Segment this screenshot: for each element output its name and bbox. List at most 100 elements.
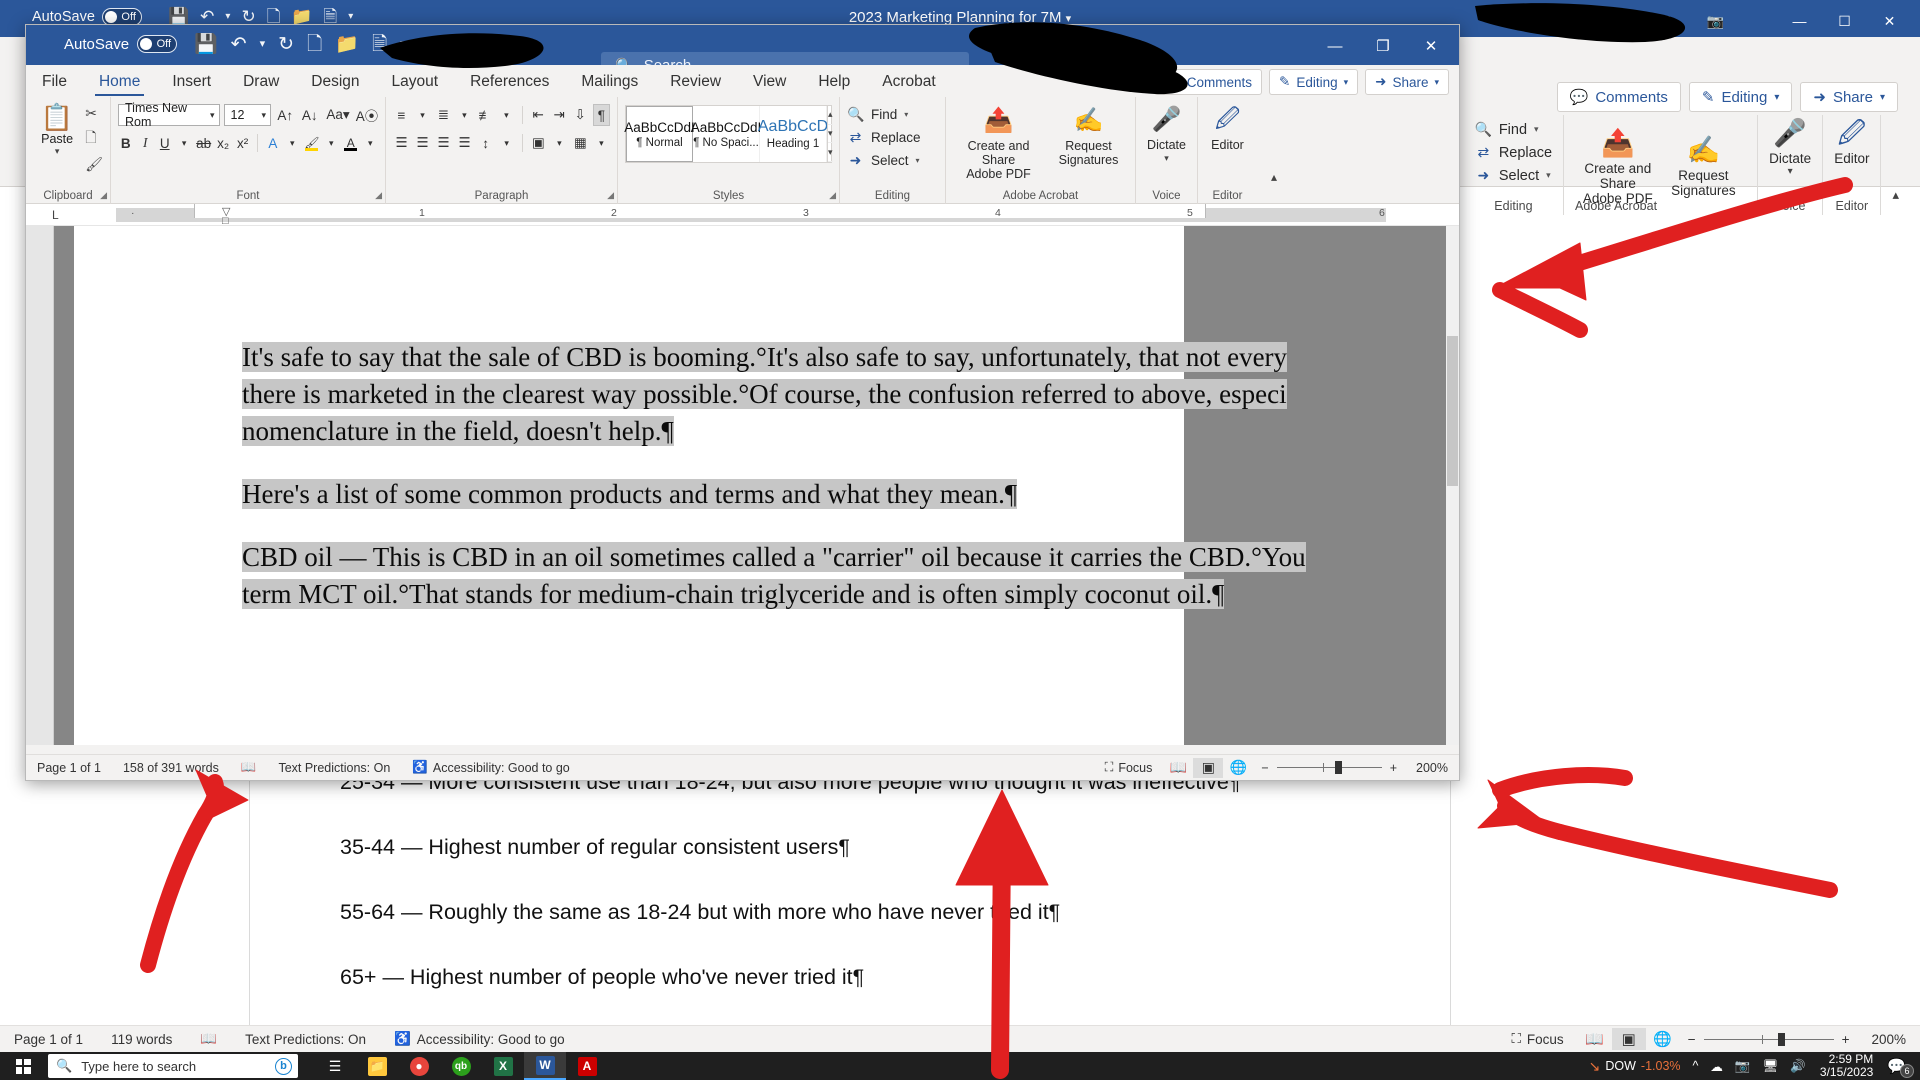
- print-layout-icon[interactable]: ▣: [1193, 757, 1224, 778]
- tab-mailings[interactable]: Mailings: [565, 67, 654, 97]
- notifications-button[interactable]: 💬 6: [1881, 1057, 1916, 1078]
- word-count[interactable]: 119 words: [97, 1032, 186, 1047]
- undo-dropdown-icon[interactable]: ▾: [260, 39, 266, 50]
- zoom-thumb[interactable]: [1777, 1032, 1785, 1046]
- collapse-ribbon-button[interactable]: ▴: [1257, 97, 1291, 204]
- print-layout-icon[interactable]: ▣: [1611, 1028, 1646, 1050]
- font-color-icon[interactable]: A: [343, 132, 358, 154]
- ink-pen-icon[interactable]: ✎: [1648, 7, 1693, 35]
- zoom-level[interactable]: 200%: [1857, 1032, 1920, 1047]
- replace-button[interactable]: ⇄ Replace: [1475, 144, 1552, 161]
- close-button[interactable]: ✕: [1867, 7, 1912, 35]
- clipboard-dialog-launcher[interactable]: ◢: [100, 190, 107, 201]
- style-heading-1[interactable]: AaBbCcD Heading 1: [758, 106, 828, 162]
- presence-icon[interactable]: 📷: [1693, 7, 1738, 35]
- editing-mode-button[interactable]: ✎ Editing ▾: [1688, 82, 1793, 112]
- borders-dropdown-icon[interactable]: ▾: [593, 132, 610, 154]
- highlight-dropdown-icon[interactable]: ▾: [324, 132, 339, 154]
- underline-dropdown-icon[interactable]: ▾: [176, 132, 191, 154]
- tab-stop-selector[interactable]: L: [52, 208, 59, 222]
- text-predictions-status[interactable]: Text Predictions: On: [267, 761, 401, 775]
- onedrive-icon[interactable]: ☁: [1704, 1059, 1729, 1074]
- inner-word-window[interactable]: AutoSave Off 💾 ↶ ▾ ↻ 🗋 📁 🗎 ▾ 🔍 Search — …: [25, 24, 1460, 781]
- taskbar-excel[interactable]: X: [482, 1052, 524, 1080]
- inner-ribbon-tabs[interactable]: File Home Insert Draw Design Layout Refe…: [26, 65, 1459, 97]
- bing-icon[interactable]: b: [275, 1057, 292, 1075]
- open-folder-icon[interactable]: 📁: [335, 35, 359, 54]
- styles-gallery[interactable]: AaBbCcDdI ¶ Normal AaBbCcDdI ¶ No Spaci.…: [624, 105, 833, 163]
- taskbar-chrome[interactable]: ●: [398, 1052, 440, 1080]
- bullets-icon[interactable]: ≡: [393, 104, 410, 126]
- replace-button[interactable]: ⇄ Replace: [847, 129, 938, 146]
- taskbar-file-explorer[interactable]: 📁: [356, 1052, 398, 1080]
- zoom-thumb[interactable]: [1334, 761, 1342, 774]
- tab-design[interactable]: Design: [295, 67, 375, 97]
- bullets-dropdown-icon[interactable]: ▾: [414, 104, 431, 126]
- show-marks-icon[interactable]: ¶: [592, 104, 611, 126]
- paragraph-dialog-launcher[interactable]: ◢: [607, 190, 614, 201]
- inner-ruler[interactable]: L · 1 2 3 4 5 6 ▽ □: [26, 204, 1459, 226]
- chevron-down-icon[interactable]: ▾: [1164, 153, 1169, 164]
- style-no-spacing[interactable]: AaBbCcDdI ¶ No Spaci...: [691, 106, 761, 162]
- text-effects-dropdown-icon[interactable]: ▾: [285, 132, 300, 154]
- inner-vertical-scrollbar[interactable]: [1446, 226, 1459, 745]
- accessibility-status[interactable]: ♿ Accessibility: Good to go: [401, 760, 580, 775]
- editor-button[interactable]: 🖉 Editor: [1205, 101, 1250, 153]
- left-indent-marker[interactable]: □: [222, 215, 229, 225]
- shading-icon[interactable]: ▣: [530, 132, 547, 154]
- accessibility-diamond-icon[interactable]: ◇: [1603, 7, 1648, 35]
- line-spacing-dropdown-icon[interactable]: ▾: [498, 132, 515, 154]
- redo-icon[interactable]: ↻: [278, 35, 294, 54]
- zoom-track[interactable]: [1703, 1032, 1834, 1046]
- show-hidden-icons-button[interactable]: ^: [1687, 1059, 1705, 1073]
- chevron-down-icon[interactable]: ▾: [55, 146, 60, 157]
- save-icon[interactable]: 💾: [194, 35, 218, 54]
- numbering-dropdown-icon[interactable]: ▾: [456, 104, 473, 126]
- zoom-track[interactable]: [1276, 761, 1382, 774]
- undo-icon[interactable]: ↶: [231, 35, 247, 54]
- outer-window-controls[interactable]: — ☐ ✕: [1777, 7, 1912, 35]
- minimize-button[interactable]: —: [1777, 7, 1822, 35]
- font-size-combo[interactable]: 12 ▾: [223, 104, 271, 126]
- inner-autosave-toggle[interactable]: AutoSave Off: [64, 35, 178, 53]
- inner-document-area[interactable]: It's safe to say that the sale of CBD is…: [26, 226, 1459, 745]
- tab-file[interactable]: File: [26, 67, 83, 97]
- stock-ticker[interactable]: ↘ DOW -1.03%: [1583, 1058, 1687, 1075]
- align-left-icon[interactable]: ☰: [393, 132, 410, 154]
- underline-icon[interactable]: U: [157, 132, 172, 154]
- create-share-pdf-button[interactable]: 📤 Create and Share Adobe PDF: [1575, 125, 1661, 206]
- share-button[interactable]: ➜ Share ▾: [1365, 69, 1449, 95]
- dictate-button[interactable]: 🎤 Dictate ▾: [1143, 101, 1190, 164]
- close-button[interactable]: ✕: [1407, 31, 1455, 61]
- chevron-down-icon[interactable]: ▾: [1788, 166, 1793, 177]
- dictate-button[interactable]: 🎤 Dictate ▾: [1769, 115, 1811, 177]
- tab-review[interactable]: Review: [654, 67, 737, 97]
- strikethrough-icon[interactable]: ab: [196, 132, 211, 154]
- tab-layout[interactable]: Layout: [376, 67, 455, 97]
- shrink-font-icon[interactable]: A↓: [299, 104, 320, 126]
- font-dialog-launcher[interactable]: ◢: [375, 190, 382, 201]
- editing-mode-button[interactable]: ✎ Editing ▾: [1269, 69, 1359, 95]
- zoom-out-button[interactable]: −: [1688, 1032, 1696, 1047]
- justify-icon[interactable]: ☰: [456, 132, 473, 154]
- share-button[interactable]: ➜ Share ▾: [1800, 82, 1898, 112]
- zoom-level[interactable]: 200%: [1405, 761, 1459, 775]
- inner-window-controls[interactable]: — ❐ ✕: [1311, 31, 1455, 61]
- word-count[interactable]: 158 of 391 words: [112, 761, 230, 775]
- multilevel-dropdown-icon[interactable]: ▾: [498, 104, 515, 126]
- network-icon[interactable]: 🖥: [1756, 1059, 1784, 1074]
- align-center-icon[interactable]: ☰: [414, 132, 431, 154]
- tab-help[interactable]: Help: [802, 67, 866, 97]
- comments-button[interactable]: 💬 Comments: [1556, 82, 1681, 112]
- text-predictions-status[interactable]: Text Predictions: On: [231, 1032, 380, 1047]
- increase-indent-icon[interactable]: ⇥: [551, 104, 568, 126]
- restore-button[interactable]: ❐: [1359, 31, 1407, 61]
- clock[interactable]: 2:59 PM 3/15/2023: [1812, 1053, 1881, 1079]
- line-spacing-icon[interactable]: ↕: [477, 132, 494, 154]
- page-indicator[interactable]: Page 1 of 1: [26, 761, 112, 775]
- expand-gallery-icon[interactable]: ▾: [828, 143, 833, 163]
- start-button[interactable]: [0, 1052, 46, 1080]
- styles-gallery-scroll[interactable]: ▴ ▾ ▾: [827, 106, 833, 163]
- shading-dropdown-icon[interactable]: ▾: [551, 132, 568, 154]
- minimize-button[interactable]: —: [1311, 31, 1359, 61]
